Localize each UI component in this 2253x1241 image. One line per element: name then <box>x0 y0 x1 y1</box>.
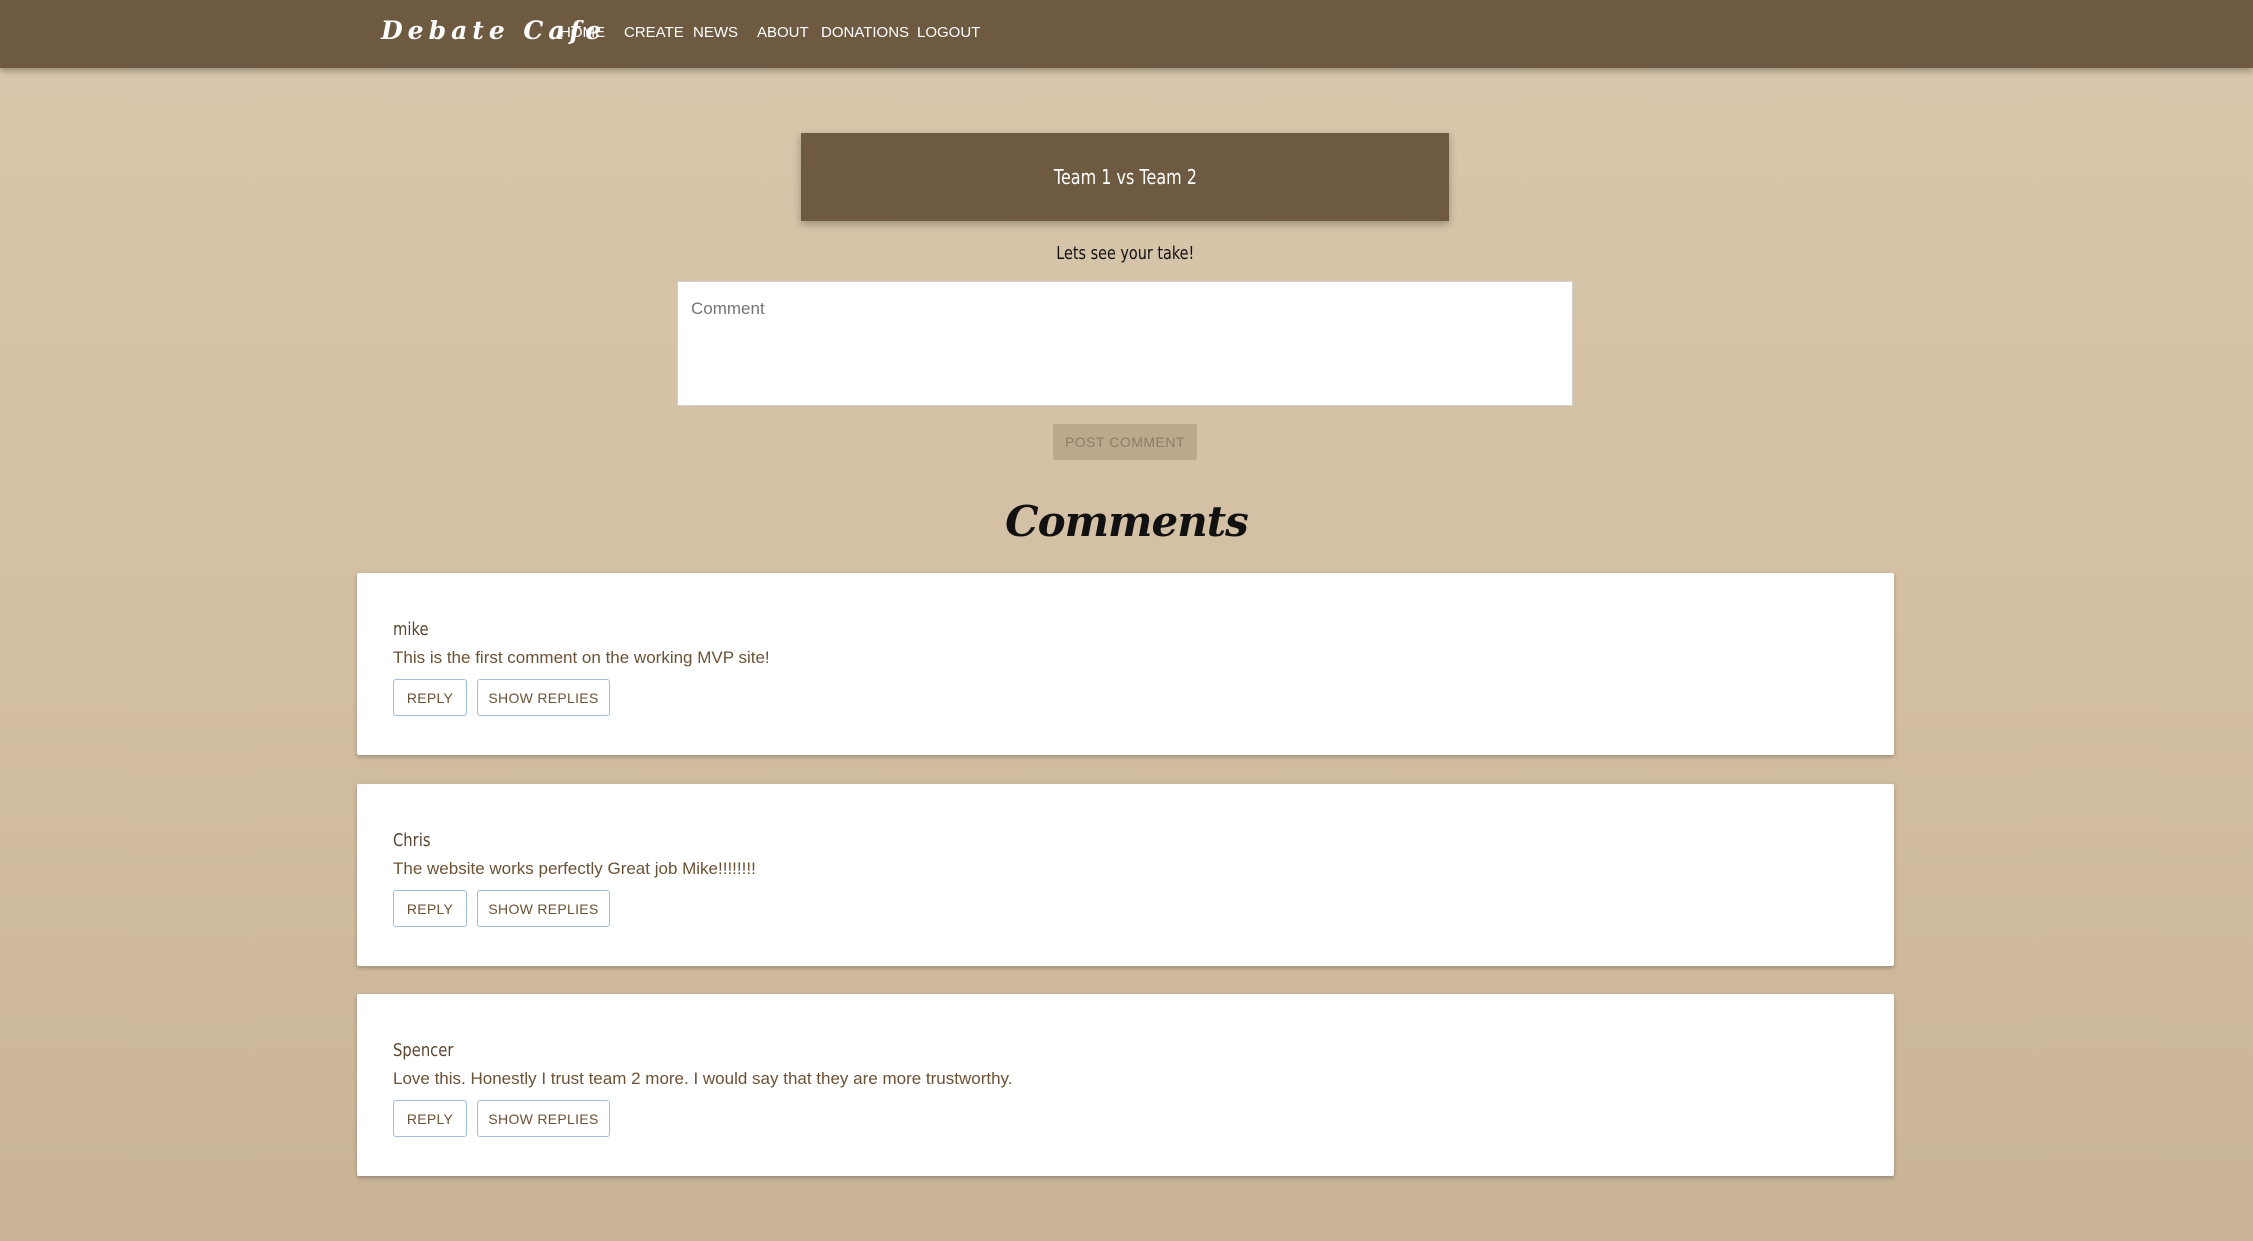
reply-button[interactable]: REPLY <box>393 679 467 716</box>
comments-heading: Comments <box>1005 497 1249 546</box>
nav-link-about[interactable]: ABOUT <box>757 24 809 41</box>
comment-text: This is the first comment on the working… <box>393 648 770 667</box>
comment-input-placeholder: Comment <box>691 299 765 318</box>
comment-card: Chris The website works perfectly Great … <box>357 784 1894 966</box>
comment-text: Love this. Honestly I trust team 2 more.… <box>393 1069 1013 1088</box>
comment-author: Spencer <box>393 1040 454 1061</box>
nav-link-home[interactable]: HOME <box>560 24 605 41</box>
nav-link-create[interactable]: CREATE <box>624 24 684 41</box>
show-replies-button[interactable]: SHOW REPLIES <box>477 679 610 716</box>
comment-author: mike <box>393 619 429 640</box>
show-replies-button[interactable]: SHOW REPLIES <box>477 890 610 927</box>
top-navbar: Debate Cafe HOME CREATE NEWS ABOUT DONAT… <box>0 0 2253 68</box>
comment-author: Chris <box>393 830 431 851</box>
comment-card: Spencer Love this. Honestly I trust team… <box>357 994 1894 1176</box>
comment-text: The website works perfectly Great job Mi… <box>393 859 756 878</box>
show-replies-button[interactable]: SHOW REPLIES <box>477 1100 610 1137</box>
post-comment-button[interactable]: POST COMMENT <box>1053 424 1197 460</box>
nav-link-news[interactable]: NEWS <box>693 24 738 41</box>
comment-card: mike This is the first comment on the wo… <box>357 573 1894 755</box>
reply-button[interactable]: REPLY <box>393 890 467 927</box>
debate-prompt-text: Lets see your take! <box>1055 243 1195 264</box>
debate-title-card: Team 1 vs Team 2 <box>801 133 1449 221</box>
comment-input[interactable]: Comment <box>677 281 1573 406</box>
nav-link-donations[interactable]: DONATIONS <box>821 24 909 41</box>
nav-link-logout[interactable]: LOGOUT <box>917 24 980 41</box>
debate-prompt: Lets see your take! <box>801 243 1449 264</box>
reply-button[interactable]: REPLY <box>393 1100 467 1137</box>
debate-title: Team 1 vs Team 2 <box>1053 165 1197 189</box>
